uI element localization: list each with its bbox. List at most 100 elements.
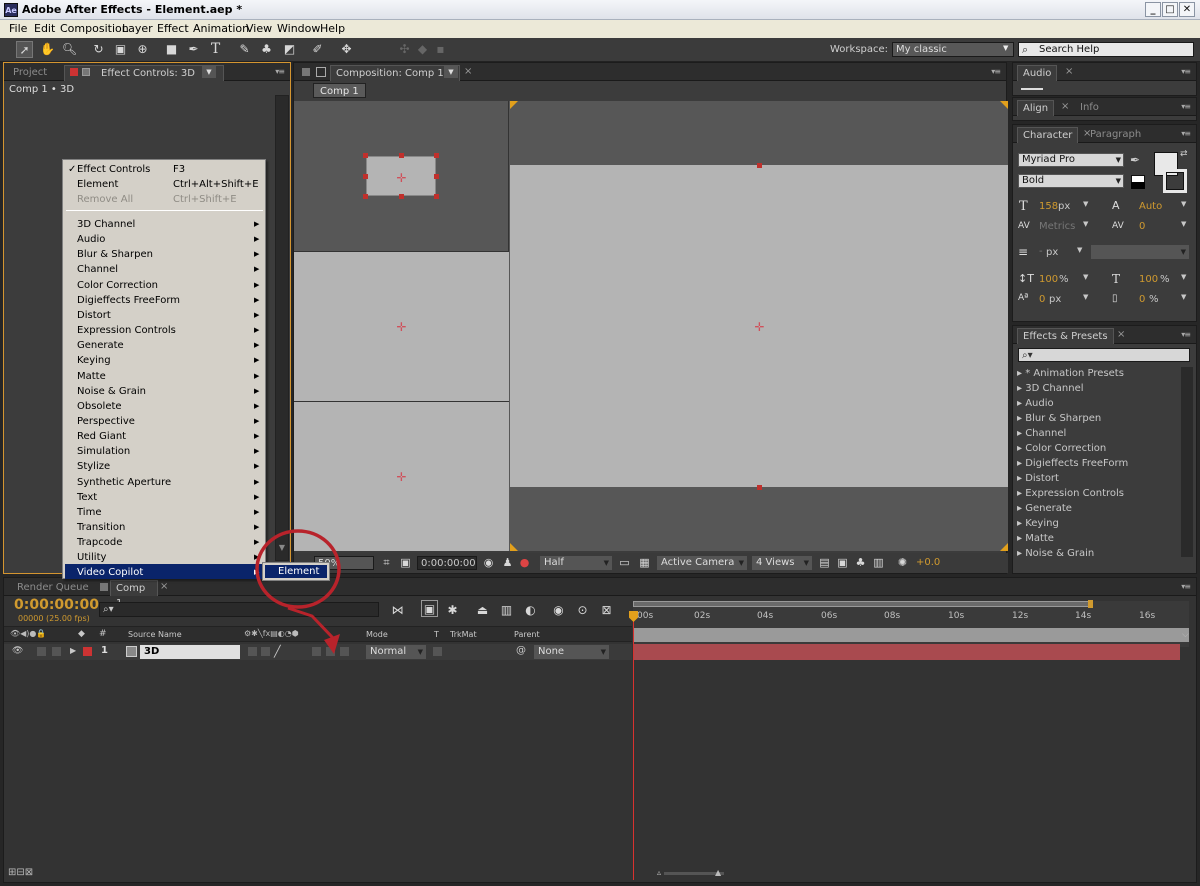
eraser-tool-icon[interactable]: ◩ (281, 41, 298, 58)
menu-item-category[interactable]: Utility ▶ (77, 550, 259, 565)
menu-item-category[interactable]: Color Correction ▶ (77, 278, 259, 293)
work-area-end[interactable] (1088, 600, 1093, 608)
menu-effect[interactable]: Effect (157, 22, 189, 35)
menu-item-category[interactable]: Transition ▶ (77, 520, 259, 535)
tab-render-queue[interactable]: Render Queue (12, 580, 94, 596)
current-time[interactable]: 0:00:00:00 (14, 597, 99, 613)
list-item[interactable]: ▸ * Animation Presets (1017, 367, 1124, 382)
menu-item-category[interactable]: Synthetic Aperture ▶ (77, 475, 259, 490)
font-style-dropdown[interactable]: Bold (1018, 174, 1124, 188)
rotate-tool-icon[interactable]: ↻ (90, 41, 107, 58)
comp-chip[interactable]: Comp 1 (313, 83, 366, 98)
chevron-down-icon[interactable]: ▼ (1083, 273, 1088, 281)
list-item[interactable]: ▸ Color Correction (1017, 442, 1106, 457)
tsume-value[interactable]: 0 (1139, 294, 1145, 305)
workspace-dropdown[interactable]: My classic (892, 42, 1014, 57)
swap-colors-icon[interactable]: ⇄ (1180, 149, 1188, 159)
hand-tool-icon[interactable]: ✋ (39, 41, 56, 58)
menu-item-category[interactable]: Obsolete ▶ (77, 399, 259, 414)
maximize-button[interactable]: □ (1162, 2, 1178, 17)
work-area-bar[interactable] (633, 601, 1091, 607)
font-family-dropdown[interactable]: Myriad Pro (1018, 153, 1124, 167)
resolution-fit-icon[interactable]: ⌗ (378, 554, 395, 571)
menu-item-category[interactable]: Digieffects FreeForm ▶ (77, 293, 259, 308)
snapshot-icon[interactable]: ◉ (480, 554, 497, 571)
trkmat-header[interactable]: TrkMat (450, 630, 477, 639)
parent-header[interactable]: Parent (514, 630, 540, 639)
resolution-dropdown[interactable]: Half (540, 556, 612, 570)
chevron-down-icon[interactable]: ▼ (1077, 246, 1082, 254)
comp-mini-flowchart-icon[interactable]: ⋈ (389, 602, 406, 619)
tab-align[interactable]: Align (1017, 100, 1055, 116)
minimize-button[interactable]: _ (1145, 2, 1161, 17)
menu-item-category[interactable]: Perspective ▶ (77, 414, 259, 429)
layer-name[interactable]: 3D (140, 645, 240, 659)
puppet-tool-icon[interactable]: ✥ (338, 41, 355, 58)
panel-menu-icon[interactable]: ▾≡ (1181, 129, 1191, 138)
kerning-value[interactable]: Metrics (1039, 221, 1075, 232)
roi-icon[interactable]: ▭ (616, 554, 633, 571)
list-item[interactable]: ▸ Digieffects FreeForm (1017, 457, 1128, 472)
close-tab-icon[interactable]: × (160, 581, 168, 592)
draft-3d-icon[interactable]: ✱ (444, 602, 461, 619)
exposure-value[interactable]: +0.0 (916, 557, 940, 568)
time-ruler[interactable] (633, 600, 1189, 647)
tracking-value[interactable]: 0 (1139, 221, 1145, 232)
tab-composition[interactable]: Composition: Comp 1 (330, 65, 460, 81)
menu-item-category[interactable]: 3D Channel ▶ (77, 217, 259, 232)
effects-search-input[interactable]: ⌕▾ (1018, 348, 1190, 362)
show-snapshot-icon[interactable]: ♟ (499, 554, 516, 571)
tab-effects-presets[interactable]: Effects & Presets (1017, 328, 1114, 344)
list-item[interactable]: ▸ Blur & Sharpen (1017, 412, 1101, 427)
exposure-reset-icon[interactable]: ✺ (894, 554, 911, 571)
chevron-down-icon[interactable]: ▼ (202, 66, 216, 78)
search-help-input[interactable]: Search Help (1018, 42, 1194, 57)
current-time-indicator[interactable] (633, 618, 634, 880)
panel-menu-icon[interactable]: ▾≡ (275, 67, 285, 76)
selection-tool-icon[interactable]: ➚ (16, 41, 33, 58)
pixel-aspect-icon[interactable]: ▥ (870, 554, 887, 571)
font-size-value[interactable]: 158 (1039, 201, 1058, 212)
tab-comp1[interactable]: Comp 1 (110, 580, 158, 609)
close-button[interactable]: ✕ (1179, 2, 1195, 17)
close-tab-icon[interactable]: × (1117, 329, 1125, 340)
menu-item-category[interactable]: Red Giant ▶ (77, 429, 259, 444)
menu-help[interactable]: Help (320, 22, 345, 35)
brush-tool-icon[interactable]: ✎ (236, 41, 253, 58)
close-tab-icon[interactable]: × (464, 66, 472, 77)
menu-composition[interactable]: Composition (60, 22, 129, 35)
type-tool-icon[interactable]: T (207, 41, 224, 58)
hide-shy-icon[interactable]: ⏏ (474, 602, 491, 619)
list-item[interactable]: ▸ Distort (1017, 472, 1059, 487)
list-item[interactable]: ▸ Generate (1017, 502, 1072, 517)
baseline-value[interactable]: 0 (1039, 294, 1045, 305)
chevron-down-icon[interactable]: ▼ (1181, 273, 1186, 281)
chevron-down-icon[interactable]: ▼ (1181, 200, 1186, 208)
pan-behind-tool-icon[interactable]: ⊕ (134, 41, 151, 58)
auto-keyframe-icon[interactable]: ⊙ (574, 602, 591, 619)
menu-layer[interactable]: Layer (122, 22, 153, 35)
expand-arrow-icon[interactable]: ▶ (70, 646, 76, 655)
panel-menu-icon[interactable]: ▾≡ (1181, 330, 1191, 339)
title-safe-icon[interactable]: ▣ (397, 554, 414, 571)
panel-menu-icon[interactable]: ▾≡ (1181, 102, 1191, 111)
menu-item-category[interactable]: Stylize ▶ (77, 459, 259, 474)
leading-value[interactable]: Auto (1139, 201, 1162, 212)
panel-menu-icon[interactable]: ▾≡ (1181, 67, 1191, 76)
scrollbar[interactable] (275, 95, 289, 561)
panel-menu-icon[interactable]: ▾≡ (991, 67, 1001, 76)
menu-item-category[interactable]: Trapcode ▶ (77, 535, 259, 550)
panel-menu-icon[interactable]: ▾≡ (1181, 582, 1191, 591)
lock-icon[interactable] (70, 68, 78, 76)
zoom-out-icon[interactable]: ▵ (657, 868, 661, 877)
mode-header[interactable]: Mode (366, 630, 388, 639)
solo-toggle[interactable] (37, 647, 46, 656)
scrollbar[interactable] (1181, 367, 1193, 557)
menu-item-category[interactable]: Keying ▶ (77, 353, 259, 368)
eye-icon[interactable]: 👁 (12, 646, 23, 656)
chevron-down-icon[interactable]: ▼ (1181, 293, 1186, 301)
chevron-down-icon[interactable]: ▼ (1181, 220, 1186, 228)
menu-item-category[interactable]: Time ▶ (77, 505, 259, 520)
menu-item-category[interactable]: Noise & Grain ▶ (77, 384, 259, 399)
timeline-icon[interactable]: ▣ (834, 554, 851, 571)
